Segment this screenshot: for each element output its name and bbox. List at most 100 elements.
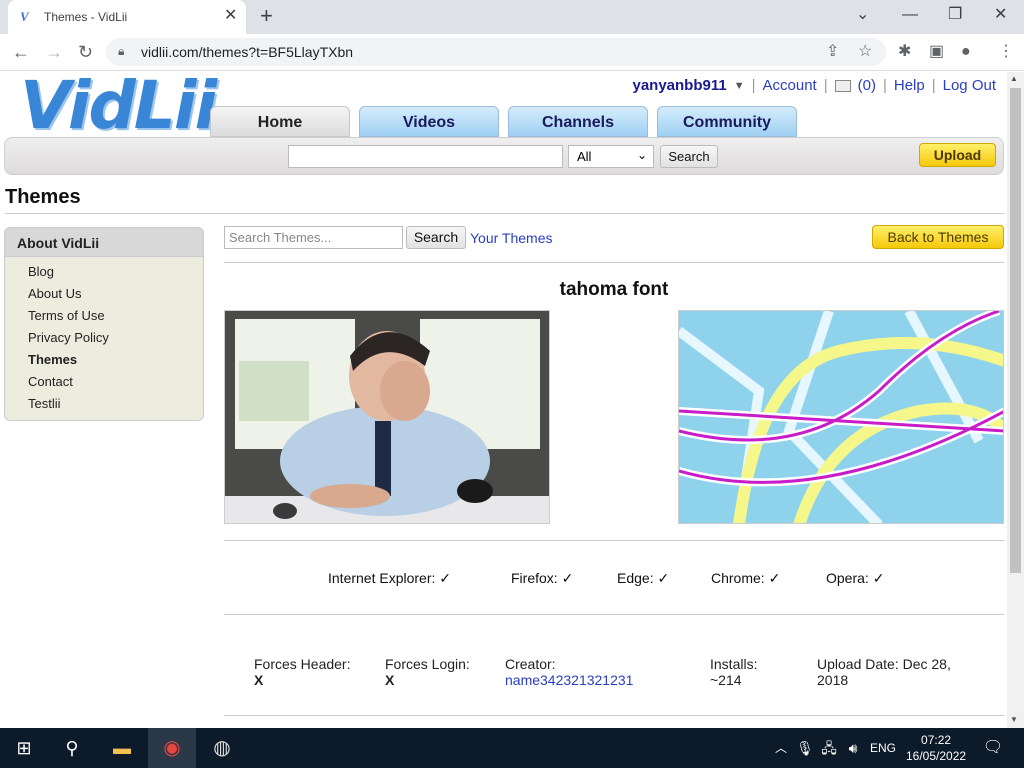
forward-arrow-icon[interactable]: → <box>45 42 63 62</box>
scroll-up-arrow-icon[interactable]: ▲ <box>1010 74 1018 83</box>
checkmark-icon: ✓ <box>768 570 781 586</box>
input-language[interactable]: ENG <box>868 728 898 768</box>
creator-field: Creator: name342321321231 <box>505 656 633 688</box>
url-text[interactable]: vidlii.com/themes?t=BF5LlayTXbn <box>141 44 353 60</box>
checkmark-icon: ✓ <box>872 570 885 586</box>
vidlii-favicon-icon: V <box>20 9 29 24</box>
creator-label: Creator: <box>505 656 556 672</box>
theme-search-input[interactable]: Search Themes... <box>224 226 403 249</box>
maximize-icon[interactable]: ❐ <box>948 6 962 24</box>
forces-header-field: Forces Header: X <box>254 656 350 688</box>
extensions-puzzle-icon[interactable]: ✱ <box>898 43 911 61</box>
username-link[interactable]: yanyanbb911 <box>632 77 726 94</box>
nav-tab-home[interactable]: Home <box>210 106 350 137</box>
nav-tab-channels[interactable]: Channels <box>508 106 648 137</box>
site-search-input[interactable] <box>288 145 563 168</box>
sidebar-item-privacy[interactable]: Privacy Policy <box>28 330 109 345</box>
upload-date-field: Upload Date: Dec 28, 2018 <box>817 656 951 688</box>
browser-tab[interactable]: V Themes - VidLii ✕ <box>8 0 246 34</box>
browser-menu-icon[interactable]: ⋮ <box>998 43 1014 61</box>
network-icon[interactable]: 🖧︎ <box>820 728 838 768</box>
divider: | <box>823 77 828 94</box>
nav-tab-community[interactable]: Community <box>657 106 797 137</box>
compat-opera: Opera: ✓ <box>826 570 884 587</box>
search-category-value: All <box>577 149 592 164</box>
divider: | <box>931 77 936 94</box>
scrollbar-thumb[interactable] <box>1010 88 1021 573</box>
back-to-themes-button[interactable]: Back to Themes <box>872 225 1004 249</box>
mail-envelope-icon[interactable] <box>834 79 851 92</box>
theme-search-button[interactable]: Search <box>406 226 466 249</box>
sidebar-item-testlii[interactable]: Testlii <box>28 396 61 411</box>
compat-browser-label: Chrome: <box>711 570 765 586</box>
divider: | <box>751 77 756 94</box>
checkmark-icon: ✓ <box>561 570 574 586</box>
page-title: Themes <box>5 186 81 208</box>
upload-button[interactable]: Upload <box>919 143 996 167</box>
checkmark-icon: ✓ <box>657 570 670 586</box>
forces-login-field: Forces Login: X <box>385 656 470 688</box>
help-link[interactable]: Help <box>894 77 925 94</box>
forces-header-value: X <box>254 672 264 688</box>
tab-search-chevron-icon[interactable]: ⌄ <box>856 6 869 24</box>
tab-close-icon[interactable]: ✕ <box>224 8 237 24</box>
facepalm-man-image <box>225 311 549 523</box>
sidebar-item-themes[interactable]: Themes <box>28 352 77 367</box>
share-icon[interactable]: ⇪ <box>826 43 839 61</box>
nav-tab-videos[interactable]: Videos <box>359 106 499 137</box>
windows-start-icon[interactable]: ⊞ <box>10 728 38 768</box>
logout-link[interactable]: Log Out <box>943 77 996 94</box>
compat-browser-label: Firefox: <box>511 570 558 586</box>
new-tab-plus-icon[interactable]: + <box>260 5 273 27</box>
compat-browser-label: Internet Explorer: <box>328 570 436 586</box>
installs-field: Installs: ~214 <box>710 656 757 688</box>
taskbar-clock[interactable]: 07:22 16/05/2022 <box>906 732 966 764</box>
account-link[interactable]: Account <box>763 77 817 94</box>
file-explorer-folder-icon[interactable]: ▬ <box>108 728 136 768</box>
theme-preview-image-1 <box>224 310 550 524</box>
volume-speaker-icon[interactable]: 🔊︎ <box>844 728 862 768</box>
forces-login-value: X <box>385 672 395 688</box>
theme-preview-image-2 <box>678 310 1004 524</box>
obs-studio-icon[interactable]: ◍ <box>208 728 236 768</box>
minimize-icon[interactable]: — <box>902 6 918 24</box>
microphone-icon[interactable]: 🎙︎ <box>796 728 814 768</box>
back-arrow-icon[interactable]: ← <box>12 42 30 62</box>
side-panel-icon[interactable]: ▣ <box>929 43 944 61</box>
creator-link[interactable]: name342321321231 <box>505 672 633 688</box>
sidebar-heading: About VidLii <box>4 227 204 257</box>
notifications-icon[interactable]: 🗨︎ <box>982 728 1004 768</box>
lock-icon[interactable]: 🔒︎ <box>118 44 124 59</box>
divider <box>224 262 1004 263</box>
compat-internet-explorer: Internet Explorer: ✓ <box>328 570 451 587</box>
sidebar-item-contact[interactable]: Contact <box>28 374 73 389</box>
tab-title: Themes - VidLii <box>44 10 128 24</box>
bookmark-star-icon[interactable]: ☆ <box>858 43 872 61</box>
window-close-icon[interactable]: ✕ <box>994 6 1007 24</box>
clock-time: 07:22 <box>921 733 952 747</box>
sidebar-item-terms[interactable]: Terms of Use <box>28 308 105 323</box>
profile-avatar-icon[interactable]: ● <box>961 43 971 61</box>
reload-icon[interactable]: ↻ <box>78 42 93 62</box>
search-category-select[interactable]: All ⌄ <box>568 145 654 168</box>
checkmark-icon: ✓ <box>439 570 452 586</box>
clock-date: 16/05/2022 <box>906 749 967 763</box>
select-chevron-down-icon: ⌄ <box>636 148 647 162</box>
site-search-button[interactable]: Search <box>660 145 718 168</box>
sidebar-item-blog[interactable]: Blog <box>28 264 54 279</box>
compat-chrome: Chrome: ✓ <box>711 570 780 587</box>
show-hidden-icons-chevron-up-icon[interactable]: ︿ <box>772 728 790 768</box>
scroll-down-arrow-icon[interactable]: ▼ <box>1010 715 1018 724</box>
divider <box>224 614 1004 615</box>
your-themes-link[interactable]: Your Themes <box>470 230 553 246</box>
divider: | <box>882 77 887 94</box>
inbox-count[interactable]: (0) <box>858 77 876 94</box>
theme-name: tahoma font <box>559 279 669 300</box>
sidebar-item-about-us[interactable]: About Us <box>28 286 81 301</box>
taskbar-search-icon[interactable]: ⚲ <box>58 728 86 768</box>
user-menu-chevron-down-icon[interactable]: ▼ <box>734 80 745 92</box>
chrome-browser-icon[interactable]: ◉ <box>158 728 186 768</box>
divider <box>224 715 1004 716</box>
vidlii-logo[interactable]: VidLii <box>20 73 217 139</box>
forces-login-label: Forces Login: <box>385 656 470 672</box>
